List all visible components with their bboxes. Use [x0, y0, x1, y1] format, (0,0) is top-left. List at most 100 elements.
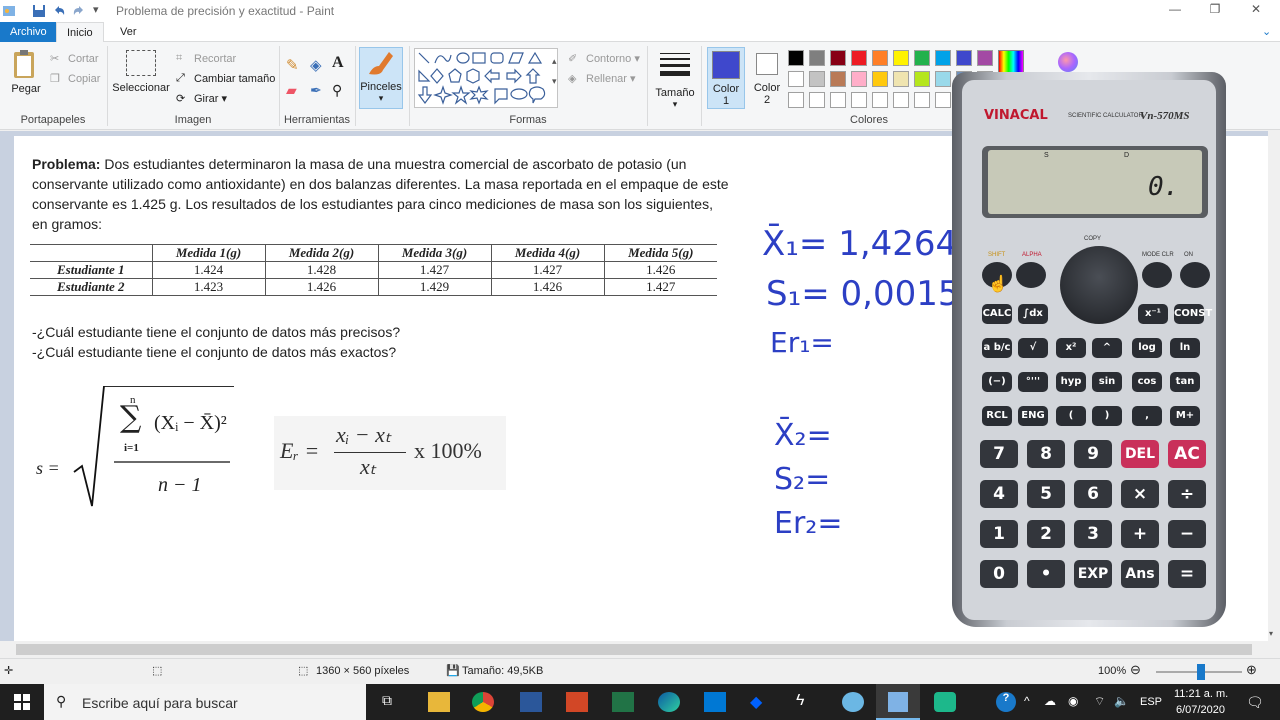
palette-empty-swatch[interactable]	[872, 92, 888, 108]
sqrt-key[interactable]: √	[1018, 338, 1048, 358]
language-indicator[interactable]: ESP	[1140, 696, 1162, 708]
eng-key[interactable]: ENG	[1018, 406, 1048, 426]
palette-empty-swatch[interactable]	[809, 92, 825, 108]
network-icon[interactable]: ◉	[1068, 694, 1078, 708]
file-explorer-icon[interactable]	[428, 692, 450, 712]
scroll-down-icon[interactable]: ▾	[1269, 629, 1273, 638]
fill-button[interactable]: ◈ Rellenar ▾	[568, 72, 636, 86]
clock-time[interactable]: 11:21 a. m.	[1174, 688, 1228, 700]
minimize-button[interactable]: —	[1155, 2, 1195, 20]
palette-color-swatch[interactable]	[872, 71, 888, 87]
fill-bucket-icon[interactable]: ◈	[310, 56, 322, 74]
chrome-icon[interactable]	[472, 692, 494, 712]
square-key[interactable]: x²	[1056, 338, 1086, 358]
palette-color-swatch[interactable]	[851, 50, 867, 66]
digit-2-key[interactable]: 2	[1027, 520, 1065, 548]
m-plus-key[interactable]: M+	[1170, 406, 1200, 426]
cloud-icon[interactable]: ☁	[1044, 694, 1056, 708]
log-key[interactable]: log	[1132, 338, 1162, 358]
notifications-icon[interactable]: 🗨	[1246, 694, 1264, 711]
text-tool-icon[interactable]: A	[332, 54, 344, 72]
maximize-button[interactable]: ❐	[1195, 2, 1235, 20]
palette-empty-swatch[interactable]	[914, 92, 930, 108]
dms-key[interactable]: °'''	[1018, 372, 1048, 392]
cut-button[interactable]: ✂ Cortar	[50, 52, 99, 66]
volume-icon[interactable]: 🔈	[1114, 694, 1129, 708]
palette-empty-swatch[interactable]	[893, 92, 909, 108]
zoom-slider-thumb[interactable]	[1197, 664, 1205, 680]
powerpoint-icon[interactable]	[566, 692, 588, 712]
app-icon[interactable]	[842, 692, 864, 712]
digit-5-key[interactable]: 5	[1027, 480, 1065, 508]
all-clear-key[interactable]: AC	[1168, 440, 1206, 468]
redo-icon[interactable]	[72, 4, 86, 18]
equals-key[interactable]: =	[1168, 560, 1206, 588]
ans-key[interactable]: Ans	[1121, 560, 1159, 588]
multiply-key[interactable]: ×	[1121, 480, 1159, 508]
palette-color-swatch[interactable]	[893, 50, 909, 66]
help-circle-icon[interactable]: ?	[996, 692, 1016, 712]
size-button[interactable]: Tamaño ▾	[654, 50, 696, 110]
shapes-gallery[interactable]	[414, 48, 558, 108]
fraction-key[interactable]: a b/c	[982, 338, 1012, 358]
color2-button[interactable]: Color 2	[748, 47, 786, 109]
divide-key[interactable]: ÷	[1168, 480, 1206, 508]
digit-7-key[interactable]: 7	[980, 440, 1018, 468]
digit-1-key[interactable]: 1	[980, 520, 1018, 548]
palette-color-swatch[interactable]	[914, 50, 930, 66]
wifi-icon[interactable]: ⌔	[1094, 694, 1105, 709]
digit-3-key[interactable]: 3	[1074, 520, 1112, 548]
zoom-in-button[interactable]: ⊕	[1246, 662, 1257, 678]
scroll-thumb[interactable]	[16, 644, 1252, 655]
rcl-key[interactable]: RCL	[982, 406, 1012, 426]
palette-color-swatch[interactable]	[830, 71, 846, 87]
resize-button[interactable]: ⤢ Cambiar tamaño	[176, 72, 275, 86]
outline-button[interactable]: ✐ Contorno ▾	[568, 52, 640, 66]
palette-color-swatch[interactable]	[788, 71, 804, 87]
paint3d-icon[interactable]	[1058, 52, 1078, 72]
app-icon[interactable]: ϟ	[796, 692, 818, 712]
customize-toolbar-icon[interactable]: ▾	[93, 3, 99, 16]
negative-key[interactable]: (−)	[982, 372, 1012, 392]
shapes-scroll-down-icon[interactable]: ▾	[552, 76, 557, 87]
select-button[interactable]: Seleccionar	[112, 50, 170, 94]
help-icon[interactable]: ⌄	[1262, 25, 1271, 38]
const-key[interactable]: CONST	[1174, 304, 1212, 324]
palette-color-swatch[interactable]	[956, 50, 972, 66]
color1-button[interactable]: Color 1	[707, 47, 745, 109]
subtract-key[interactable]: −	[1168, 520, 1206, 548]
inverse-key[interactable]: x⁻¹	[1138, 304, 1168, 324]
replay-pad[interactable]	[1060, 246, 1138, 324]
tab-inicio[interactable]: Inicio	[56, 22, 104, 43]
word-icon[interactable]	[520, 692, 542, 712]
exp-key[interactable]: EXP	[1074, 560, 1112, 588]
chevron-up-icon[interactable]: ^	[1024, 694, 1030, 708]
palette-empty-swatch[interactable]	[935, 92, 951, 108]
hyp-key[interactable]: hyp	[1056, 372, 1086, 392]
decimal-key[interactable]: •	[1027, 560, 1065, 588]
copy-button[interactable]: ❐ Copiar	[50, 72, 100, 86]
left-paren-key[interactable]: (	[1056, 406, 1086, 426]
palette-color-swatch[interactable]	[809, 71, 825, 87]
undo-icon[interactable]	[52, 4, 66, 18]
palette-color-swatch[interactable]	[977, 50, 993, 66]
on-key[interactable]	[1180, 262, 1210, 288]
pencil-icon[interactable]: ✎	[286, 56, 299, 74]
digit-8-key[interactable]: 8	[1027, 440, 1065, 468]
vertical-scrollbar[interactable]: ▾	[1268, 131, 1280, 641]
brushes-button[interactable]: Pinceles ▾	[359, 47, 403, 109]
mail-icon[interactable]	[704, 692, 726, 712]
eraser-icon[interactable]: ▰	[286, 82, 297, 99]
zoom-out-button[interactable]: ⊖	[1130, 662, 1141, 678]
tan-key[interactable]: tan	[1170, 372, 1200, 392]
tab-ver[interactable]: Ver	[110, 22, 147, 42]
shapes-scroll-up-icon[interactable]: ▴	[552, 56, 557, 67]
palette-color-swatch[interactable]	[935, 50, 951, 66]
app-icon[interactable]	[934, 692, 956, 712]
palette-color-swatch[interactable]	[914, 71, 930, 87]
edge-icon[interactable]	[658, 692, 680, 712]
clock-date[interactable]: 6/07/2020	[1176, 704, 1225, 716]
digit-6-key[interactable]: 6	[1074, 480, 1112, 508]
delete-key[interactable]: DEL	[1121, 440, 1159, 468]
mode-key[interactable]	[1142, 262, 1172, 288]
